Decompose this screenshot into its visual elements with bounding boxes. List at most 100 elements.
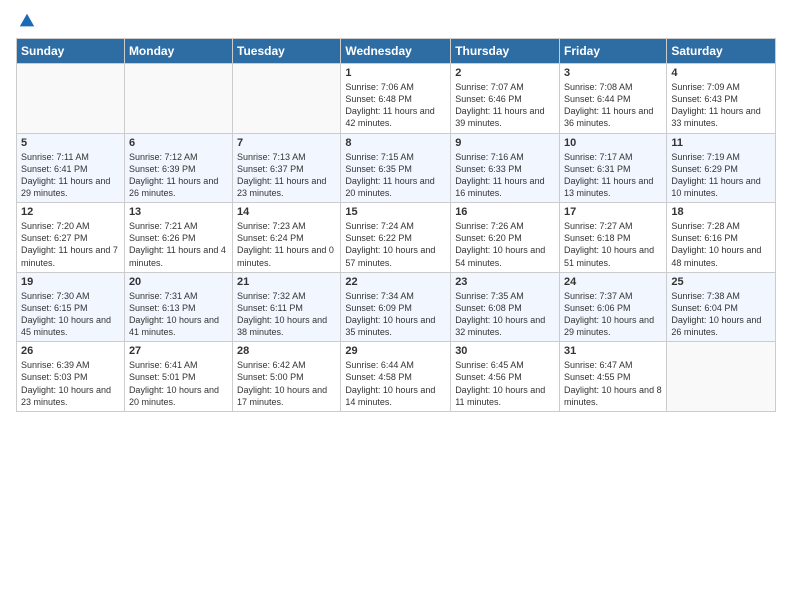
- day-info: Sunrise: 7:34 AM Sunset: 6:09 PM Dayligh…: [345, 290, 446, 339]
- day-info: Sunrise: 7:15 AM Sunset: 6:35 PM Dayligh…: [345, 151, 446, 200]
- calendar-cell: 18 Sunrise: 7:28 AM Sunset: 6:16 PM Dayli…: [667, 203, 776, 273]
- calendar-cell: 24 Sunrise: 7:37 AM Sunset: 6:06 PM Dayli…: [560, 272, 667, 342]
- calendar-cell: 12Sunrise: 7:20 AM Sunset: 6:27 PM Dayli…: [17, 203, 125, 273]
- day-number: 23: [455, 276, 555, 288]
- day-number: 30: [455, 345, 555, 357]
- day-number: 8: [345, 137, 446, 149]
- calendar-cell: [233, 64, 341, 134]
- day-info: Sunrise: 6:47 AM Sunset: 4:55 PM Dayligh…: [564, 359, 662, 408]
- weekday-header-wednesday: Wednesday: [341, 39, 451, 64]
- day-number: 3: [564, 67, 662, 79]
- calendar-cell: 9 Sunrise: 7:16 AM Sunset: 6:33 PM Daylig…: [451, 133, 560, 203]
- calendar-cell: 14 Sunrise: 7:23 AM Sunset: 6:24 PM Dayli…: [233, 203, 341, 273]
- day-info: Sunrise: 6:42 AM Sunset: 5:00 PM Dayligh…: [237, 359, 336, 408]
- day-info: Sunrise: 7:12 AM Sunset: 6:39 PM Dayligh…: [129, 151, 228, 200]
- calendar-week-2: 5 Sunrise: 7:11 AM Sunset: 6:41 PM Daylig…: [17, 133, 776, 203]
- day-info: Sunrise: 7:30 AM Sunset: 6:15 PM Dayligh…: [21, 290, 120, 339]
- calendar-cell: 11 Sunrise: 7:19 AM Sunset: 6:29 PM Dayli…: [667, 133, 776, 203]
- calendar-cell: 23 Sunrise: 7:35 AM Sunset: 6:08 PM Dayli…: [451, 272, 560, 342]
- logo: [16, 12, 36, 30]
- day-info: Sunrise: 7:21 AM Sunset: 6:26 PM Dayligh…: [129, 220, 228, 269]
- day-info: Sunrise: 7:06 AM Sunset: 6:48 PM Dayligh…: [345, 81, 446, 130]
- calendar-cell: 27 Sunrise: 6:41 AM Sunset: 5:01 PM Dayli…: [124, 342, 232, 412]
- day-info: Sunrise: 7:16 AM Sunset: 6:33 PM Dayligh…: [455, 151, 555, 200]
- calendar-week-1: 1Sunrise: 7:06 AM Sunset: 6:48 PM Daylig…: [17, 64, 776, 134]
- day-info: Sunrise: 6:41 AM Sunset: 5:01 PM Dayligh…: [129, 359, 228, 408]
- day-number: 22: [345, 276, 446, 288]
- day-number: 29: [345, 345, 446, 357]
- day-number: 15: [345, 206, 446, 218]
- calendar-cell: 17Sunrise: 7:27 AM Sunset: 6:18 PM Dayli…: [560, 203, 667, 273]
- calendar-cell: 10Sunrise: 7:17 AM Sunset: 6:31 PM Dayli…: [560, 133, 667, 203]
- calendar-cell: 30 Sunrise: 6:45 AM Sunset: 4:56 PM Dayli…: [451, 342, 560, 412]
- day-number: 19: [21, 276, 120, 288]
- calendar-cell: [667, 342, 776, 412]
- calendar-cell: 25Sunrise: 7:38 AM Sunset: 6:04 PM Dayli…: [667, 272, 776, 342]
- weekday-header-row: SundayMondayTuesdayWednesdayThursdayFrid…: [17, 39, 776, 64]
- calendar-cell: 5 Sunrise: 7:11 AM Sunset: 6:41 PM Daylig…: [17, 133, 125, 203]
- calendar-table: SundayMondayTuesdayWednesdayThursdayFrid…: [16, 38, 776, 412]
- calendar-cell: 4Sunrise: 7:09 AM Sunset: 6:43 PM Daylig…: [667, 64, 776, 134]
- day-info: Sunrise: 7:24 AM Sunset: 6:22 PM Dayligh…: [345, 220, 446, 269]
- day-number: 13: [129, 206, 228, 218]
- page: SundayMondayTuesdayWednesdayThursdayFrid…: [0, 0, 792, 612]
- weekday-header-thursday: Thursday: [451, 39, 560, 64]
- calendar-cell: [124, 64, 232, 134]
- calendar-cell: 21Sunrise: 7:32 AM Sunset: 6:11 PM Dayli…: [233, 272, 341, 342]
- calendar-cell: 28Sunrise: 6:42 AM Sunset: 5:00 PM Dayli…: [233, 342, 341, 412]
- day-number: 27: [129, 345, 228, 357]
- day-info: Sunrise: 7:31 AM Sunset: 6:13 PM Dayligh…: [129, 290, 228, 339]
- header: [16, 12, 776, 30]
- day-info: Sunrise: 7:26 AM Sunset: 6:20 PM Dayligh…: [455, 220, 555, 269]
- day-number: 2: [455, 67, 555, 79]
- day-info: Sunrise: 7:07 AM Sunset: 6:46 PM Dayligh…: [455, 81, 555, 130]
- calendar-cell: 20 Sunrise: 7:31 AM Sunset: 6:13 PM Dayli…: [124, 272, 232, 342]
- day-number: 5: [21, 137, 120, 149]
- day-info: Sunrise: 7:17 AM Sunset: 6:31 PM Dayligh…: [564, 151, 662, 200]
- calendar-week-4: 19 Sunrise: 7:30 AM Sunset: 6:15 PM Dayli…: [17, 272, 776, 342]
- day-number: 26: [21, 345, 120, 357]
- day-number: 25: [671, 276, 771, 288]
- calendar-cell: 1Sunrise: 7:06 AM Sunset: 6:48 PM Daylig…: [341, 64, 451, 134]
- day-number: 18: [671, 206, 771, 218]
- calendar-cell: 19 Sunrise: 7:30 AM Sunset: 6:15 PM Dayli…: [17, 272, 125, 342]
- calendar-cell: 16 Sunrise: 7:26 AM Sunset: 6:20 PM Dayli…: [451, 203, 560, 273]
- weekday-header-saturday: Saturday: [667, 39, 776, 64]
- day-number: 9: [455, 137, 555, 149]
- calendar-week-3: 12Sunrise: 7:20 AM Sunset: 6:27 PM Dayli…: [17, 203, 776, 273]
- day-number: 16: [455, 206, 555, 218]
- day-info: Sunrise: 6:45 AM Sunset: 4:56 PM Dayligh…: [455, 359, 555, 408]
- logo-icon: [18, 12, 36, 30]
- calendar-cell: 6Sunrise: 7:12 AM Sunset: 6:39 PM Daylig…: [124, 133, 232, 203]
- calendar-cell: 26Sunrise: 6:39 AM Sunset: 5:03 PM Dayli…: [17, 342, 125, 412]
- day-info: Sunrise: 7:35 AM Sunset: 6:08 PM Dayligh…: [455, 290, 555, 339]
- calendar-cell: 3Sunrise: 7:08 AM Sunset: 6:44 PM Daylig…: [560, 64, 667, 134]
- day-number: 14: [237, 206, 336, 218]
- day-number: 20: [129, 276, 228, 288]
- calendar-cell: [17, 64, 125, 134]
- calendar-cell: 7Sunrise: 7:13 AM Sunset: 6:37 PM Daylig…: [233, 133, 341, 203]
- day-info: Sunrise: 7:09 AM Sunset: 6:43 PM Dayligh…: [671, 81, 771, 130]
- day-info: Sunrise: 7:11 AM Sunset: 6:41 PM Dayligh…: [21, 151, 120, 200]
- weekday-header-tuesday: Tuesday: [233, 39, 341, 64]
- calendar-cell: 31Sunrise: 6:47 AM Sunset: 4:55 PM Dayli…: [560, 342, 667, 412]
- day-info: Sunrise: 7:27 AM Sunset: 6:18 PM Dayligh…: [564, 220, 662, 269]
- calendar-cell: 15 Sunrise: 7:24 AM Sunset: 6:22 PM Dayli…: [341, 203, 451, 273]
- day-number: 11: [671, 137, 771, 149]
- calendar-cell: 29Sunrise: 6:44 AM Sunset: 4:58 PM Dayli…: [341, 342, 451, 412]
- calendar-week-5: 26Sunrise: 6:39 AM Sunset: 5:03 PM Dayli…: [17, 342, 776, 412]
- day-number: 24: [564, 276, 662, 288]
- calendar-cell: 8 Sunrise: 7:15 AM Sunset: 6:35 PM Daylig…: [341, 133, 451, 203]
- day-info: Sunrise: 7:19 AM Sunset: 6:29 PM Dayligh…: [671, 151, 771, 200]
- calendar-cell: 22 Sunrise: 7:34 AM Sunset: 6:09 PM Dayli…: [341, 272, 451, 342]
- weekday-header-friday: Friday: [560, 39, 667, 64]
- day-info: Sunrise: 7:32 AM Sunset: 6:11 PM Dayligh…: [237, 290, 336, 339]
- day-info: Sunrise: 7:23 AM Sunset: 6:24 PM Dayligh…: [237, 220, 336, 269]
- day-info: Sunrise: 7:37 AM Sunset: 6:06 PM Dayligh…: [564, 290, 662, 339]
- weekday-header-sunday: Sunday: [17, 39, 125, 64]
- weekday-header-monday: Monday: [124, 39, 232, 64]
- calendar-cell: 2 Sunrise: 7:07 AM Sunset: 6:46 PM Daylig…: [451, 64, 560, 134]
- day-number: 12: [21, 206, 120, 218]
- day-info: Sunrise: 7:28 AM Sunset: 6:16 PM Dayligh…: [671, 220, 771, 269]
- day-info: Sunrise: 7:13 AM Sunset: 6:37 PM Dayligh…: [237, 151, 336, 200]
